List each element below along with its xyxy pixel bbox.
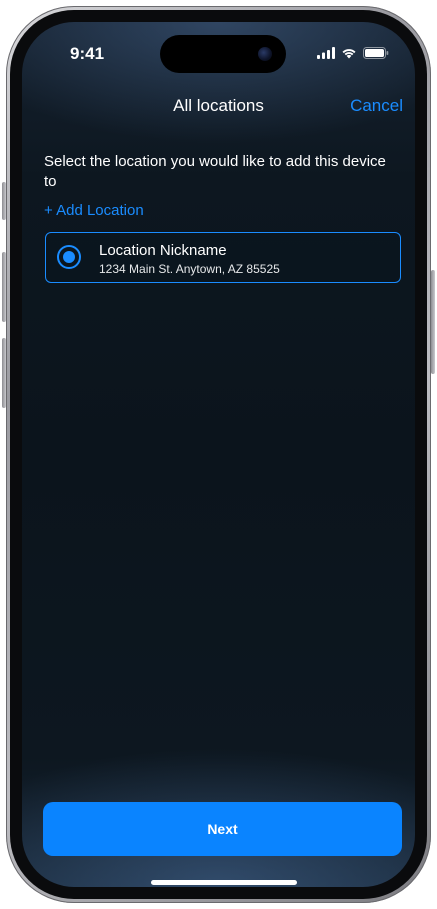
radio-selected-dot <box>63 251 75 263</box>
dynamic-island <box>160 35 286 73</box>
status-bar: 9:41 <box>22 22 415 76</box>
location-address: 1234 Main St. Anytown, AZ 85525 <box>99 262 280 276</box>
screen: 9:41 All locations Cancel Select the loc… <box>22 22 415 887</box>
location-name: Location Nickname <box>99 242 227 259</box>
instruction-text: Select the location you would like to ad… <box>44 153 386 190</box>
action-button <box>2 182 6 220</box>
status-icons <box>317 46 389 60</box>
radio-button-selected[interactable] <box>57 245 81 269</box>
camera-icon <box>258 47 272 61</box>
status-time: 9:41 <box>70 44 105 63</box>
home-indicator[interactable] <box>151 880 297 885</box>
add-location-button[interactable]: + Add Location <box>44 202 144 219</box>
wifi-icon <box>342 49 356 59</box>
power-button <box>431 270 435 374</box>
battery-icon <box>363 47 389 59</box>
signal-icon <box>317 47 335 59</box>
navigation-bar: All locations Cancel <box>22 88 415 124</box>
location-option-card[interactable]: Location Nickname 1234 Main St. Anytown,… <box>45 232 401 283</box>
volume-down-button <box>2 338 6 408</box>
volume-up-button <box>2 252 6 322</box>
next-button[interactable]: Next <box>43 802 402 856</box>
cancel-button[interactable]: Cancel <box>350 96 403 116</box>
